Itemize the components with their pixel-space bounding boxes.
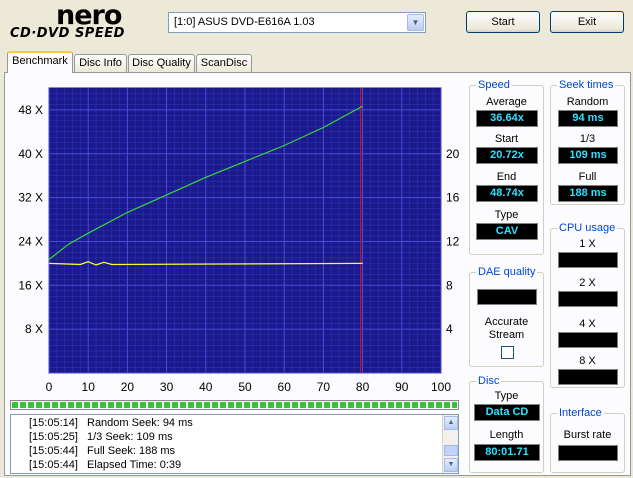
random-value: 94 ms — [558, 110, 618, 127]
disc-type-label: Type — [494, 390, 519, 402]
disc-type-value: Data CD — [474, 404, 540, 421]
accurate-label: Accurate — [484, 316, 529, 328]
x-tick-label: 60 — [278, 380, 292, 394]
cpu-2x-label: 2 X — [579, 277, 596, 289]
log-row: [15:05:44] Elapsed Time: 0:39 — [29, 459, 182, 471]
x-tick-label: 40 — [199, 380, 213, 394]
average-value: 36.64x — [476, 110, 538, 127]
x-tick-label: 30 — [160, 380, 174, 394]
accurate-stream-checkbox[interactable] — [501, 346, 514, 359]
y-left-tick-label: 24 X — [18, 234, 43, 248]
log-list[interactable]: [15:05:14] Random Seek: 94 ms [15:05:25] 1… — [10, 414, 459, 474]
type-label: Type — [494, 209, 519, 221]
random-label: Random — [566, 96, 609, 108]
full-label: Full — [578, 171, 597, 183]
burst-rate-value — [558, 445, 618, 461]
cpu-usage-title: CPU usage — [557, 221, 618, 235]
y-right-tick-label: 20 — [446, 147, 460, 161]
interface-group: Interface Burst rate — [550, 406, 625, 473]
y-right-tick-label: 4 — [446, 322, 453, 336]
end-value: 48.74x — [476, 185, 538, 202]
y-left-tick-label: 8 X — [25, 322, 43, 336]
length-value: 80:01.71 — [474, 444, 540, 461]
dae-quality-group: DAE quality Accurate Stream — [469, 265, 544, 367]
log-scrollbar[interactable]: ▲ ▼ — [442, 415, 458, 473]
x-tick-label: 80 — [356, 380, 370, 394]
third-label: 1/3 — [579, 133, 596, 145]
x-tick-label: 100 — [431, 380, 451, 394]
full-value: 188 ms — [558, 185, 618, 202]
start-label: Start — [494, 133, 519, 145]
cpu-8x-value — [558, 369, 618, 385]
cpu-1x-value — [558, 252, 618, 268]
scroll-up-icon[interactable]: ▲ — [444, 416, 458, 430]
x-tick-label: 0 — [46, 380, 53, 394]
y-left-tick-label: 40 X — [18, 147, 43, 161]
log-row: [15:05:44] Full Seek: 188 ms — [29, 445, 176, 457]
cpu-1x-label: 1 X — [579, 238, 596, 250]
start-value: 20.72x — [476, 147, 538, 164]
log-row: [15:05:14] Random Seek: 94 ms — [29, 417, 193, 429]
burst-rate-label: Burst rate — [563, 429, 612, 441]
cpu-usage-group: CPU usage 1 X 2 X 4 X 8 X — [550, 221, 625, 388]
tab-benchmark[interactable]: Benchmark — [7, 51, 73, 73]
log-row: [15:05:25] 1/3 Seek: 109 ms — [29, 431, 173, 443]
type-value: CAV — [476, 223, 538, 240]
stream-label: Stream — [488, 329, 525, 341]
x-tick-label: 50 — [238, 380, 252, 394]
seek-times-group: Seek times Random 94 ms 1/3 109 ms Full … — [550, 78, 625, 205]
average-label: Average — [486, 96, 527, 108]
end-label: End — [496, 171, 517, 183]
y-right-tick-label: 12 — [446, 234, 460, 248]
interface-title: Interface — [557, 406, 604, 420]
scroll-thumb[interactable] — [444, 445, 458, 456]
cpu-4x-label: 4 X — [579, 318, 596, 330]
y-right-tick-label: 16 — [446, 191, 460, 205]
dae-quality-title: DAE quality — [476, 265, 538, 279]
cpu-8x-label: 8 X — [579, 355, 596, 367]
x-tick-label: 20 — [121, 380, 135, 394]
disc-group: Disc Type Data CD Length 80:01.71 — [469, 374, 544, 473]
progress-bar — [10, 400, 459, 410]
speed-title: Speed — [476, 78, 512, 92]
y-right-tick-label: 8 — [446, 278, 453, 292]
x-tick-label: 70 — [317, 380, 331, 394]
length-label: Length — [489, 429, 524, 441]
progress-fill — [12, 402, 457, 408]
seek-times-title: Seek times — [557, 78, 616, 92]
y-left-tick-label: 48 X — [18, 103, 43, 117]
scroll-down-icon[interactable]: ▼ — [444, 458, 458, 472]
cpu-2x-value — [558, 291, 618, 307]
speed-group: Speed Average 36.64x Start 20.72x End 48… — [469, 78, 544, 255]
cpu-4x-value — [558, 332, 618, 348]
third-value: 109 ms — [558, 147, 618, 164]
disc-title: Disc — [476, 374, 502, 388]
x-tick-label: 10 — [82, 380, 96, 394]
dae-quality-value — [477, 289, 537, 305]
y-left-tick-label: 32 X — [18, 191, 43, 205]
y-left-tick-label: 16 X — [18, 278, 43, 292]
x-tick-label: 90 — [395, 380, 409, 394]
